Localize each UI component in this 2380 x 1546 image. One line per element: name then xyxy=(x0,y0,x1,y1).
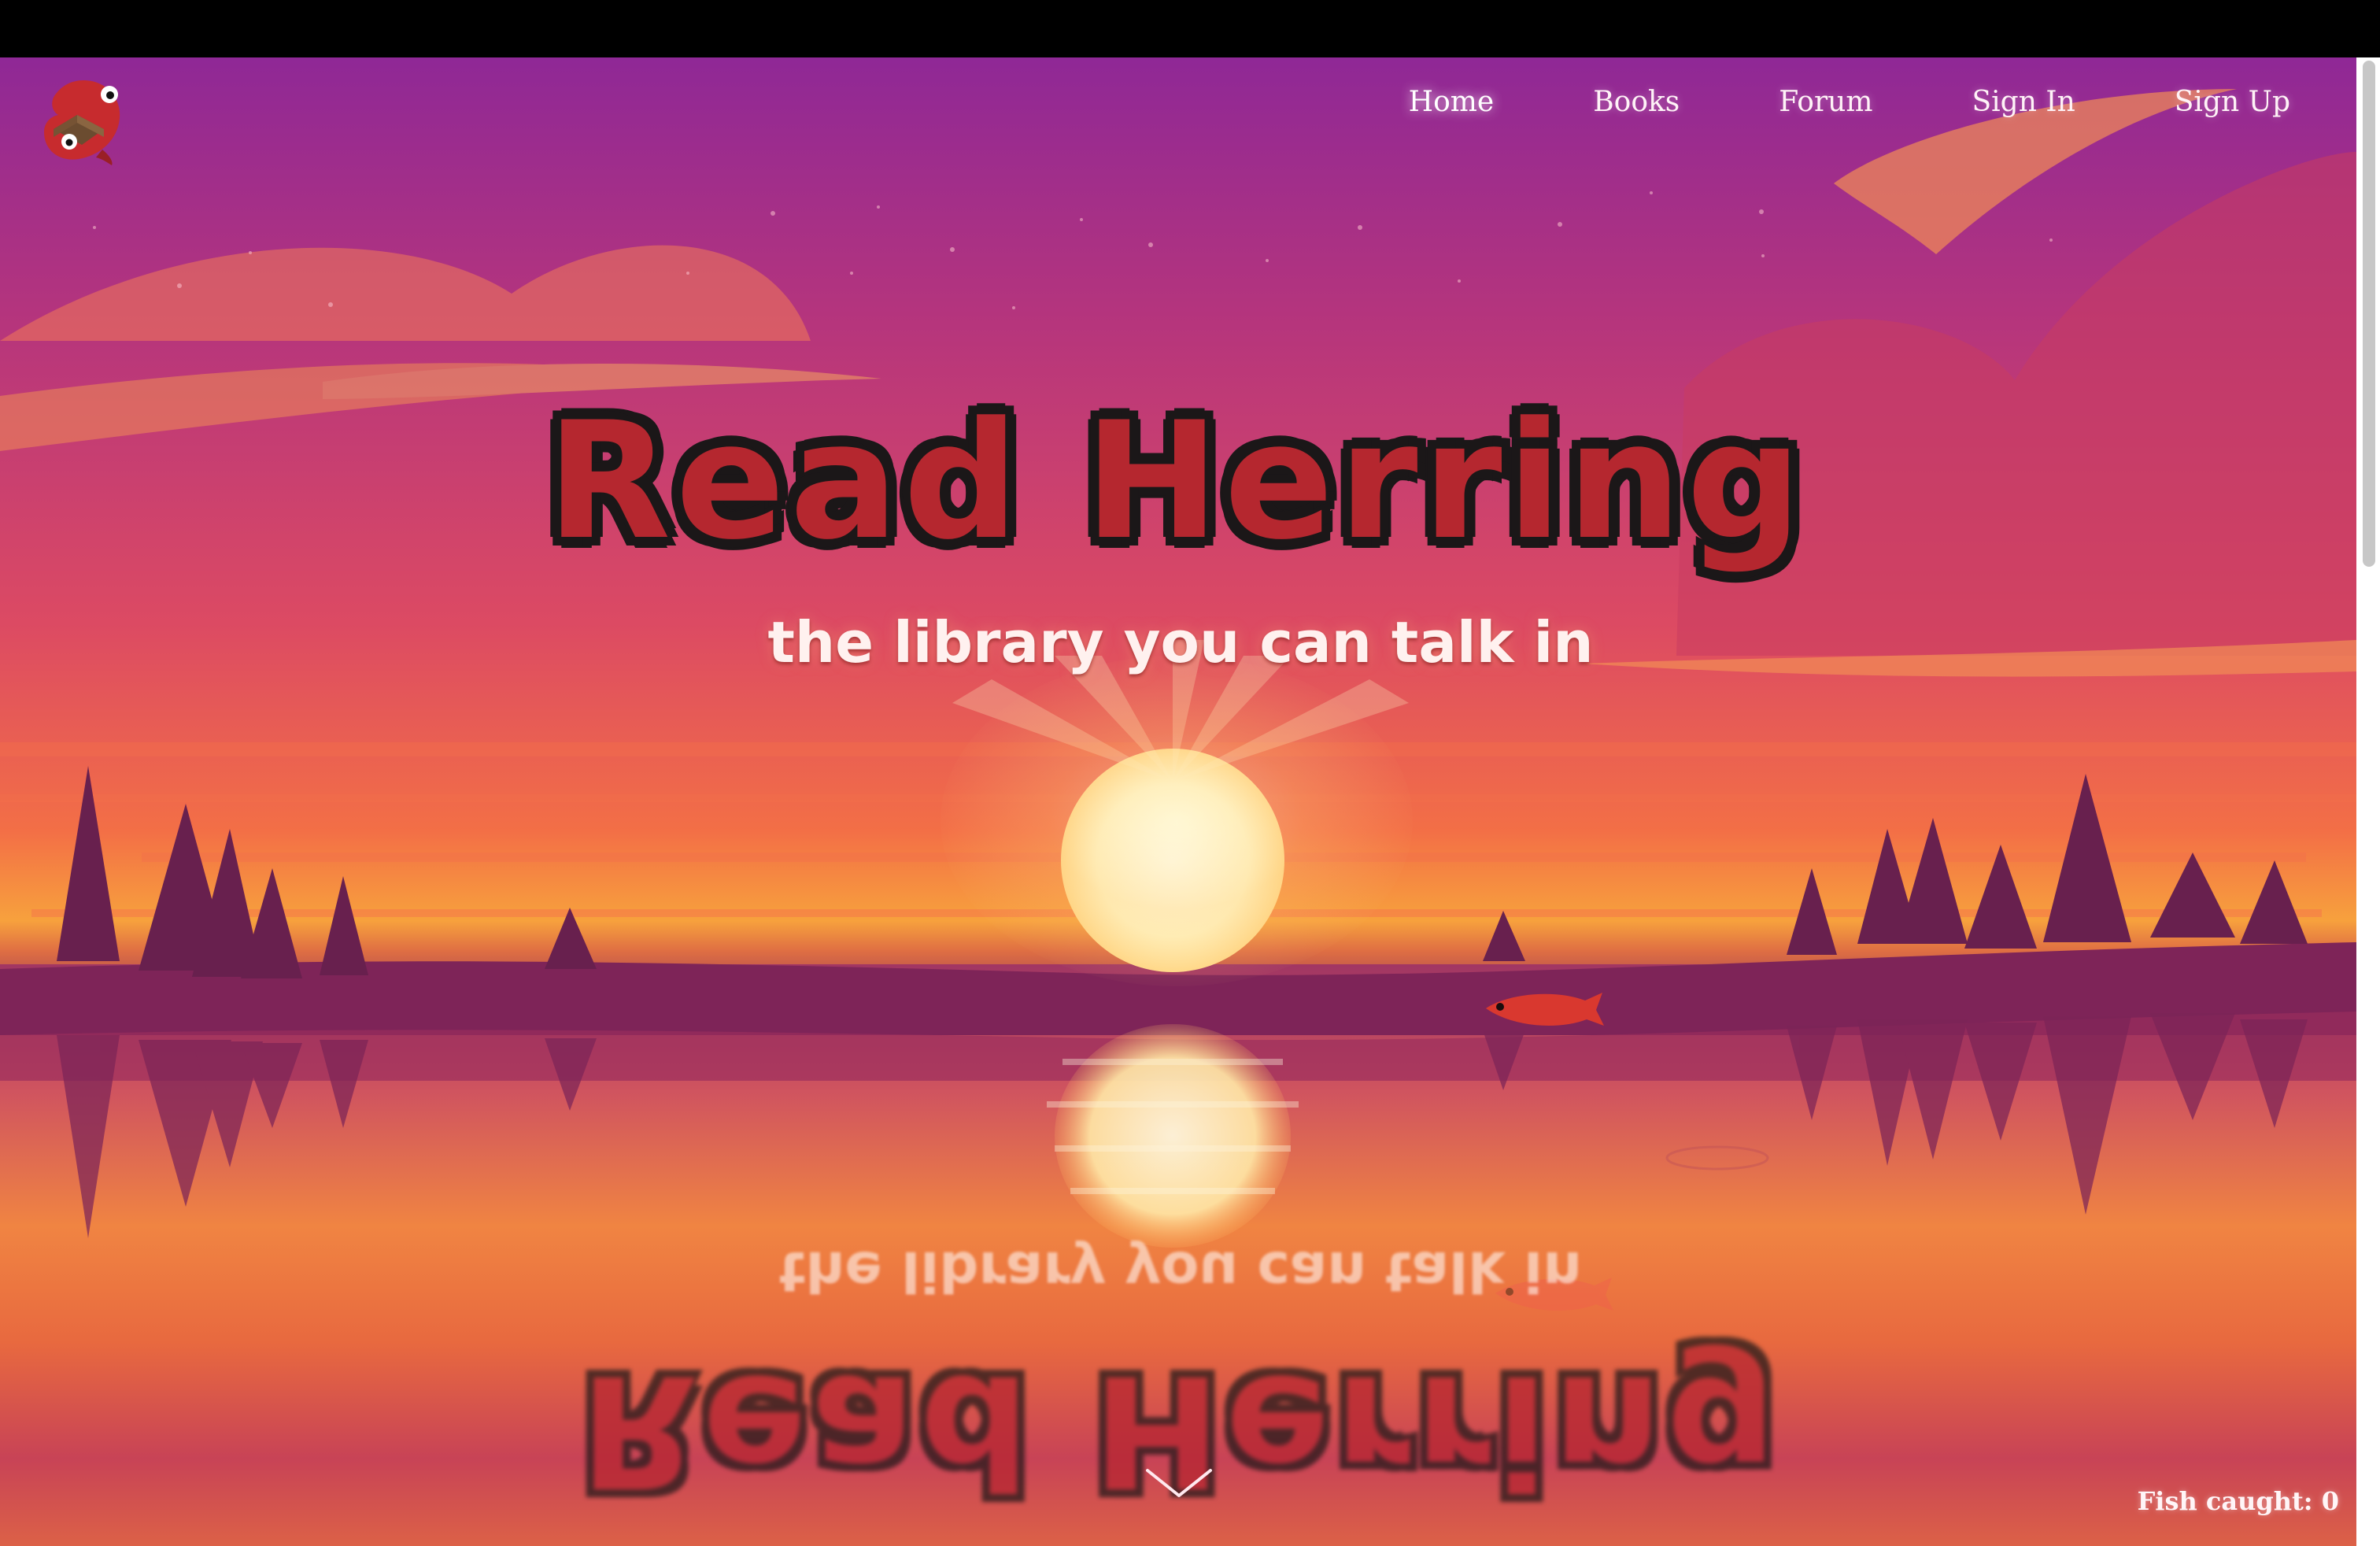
scrollbar-thumb[interactable] xyxy=(2363,61,2375,567)
top-navigation: Home Books Forum Sign In Sign Up xyxy=(1310,88,2290,117)
nav-sign-up[interactable]: Sign Up xyxy=(2175,88,2290,117)
fish-book-logo-icon[interactable] xyxy=(36,72,132,168)
page-subtitle: the library you can talk in xyxy=(767,609,1594,675)
nav-books[interactable]: Books xyxy=(1593,88,1680,117)
fish-caught-counter: Fish caught: 0 xyxy=(2137,1486,2339,1516)
browser-top-bar xyxy=(0,0,2380,57)
hero-section xyxy=(0,57,2356,1546)
nav-home[interactable]: Home xyxy=(1409,88,1495,117)
nav-forum[interactable]: Forum xyxy=(1779,88,1872,117)
sun-glow xyxy=(941,656,1413,986)
nav-sign-in[interactable]: Sign In xyxy=(1972,88,2075,117)
chevron-down-icon[interactable] xyxy=(1143,1464,1215,1503)
subtitle-reflection: the library you can talk in xyxy=(779,1239,1582,1304)
hero-title-wrap: Read Herring xyxy=(516,401,1838,614)
page-title: Read Herring xyxy=(546,388,1807,575)
